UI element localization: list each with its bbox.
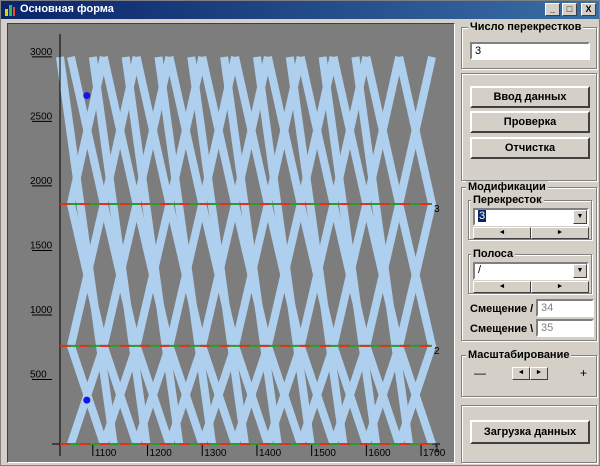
- offset-forward-input[interactable]: 34: [536, 299, 594, 317]
- y-tick-label-1500: 1500: [30, 240, 53, 251]
- chevron-down-icon[interactable]: ▼: [573, 264, 587, 278]
- vehicle-point-0: [83, 92, 91, 100]
- intersection-label-2: 2: [434, 346, 440, 357]
- intersection-select-value: 3: [478, 210, 487, 222]
- scaling-group: Масштабирование — ◄ ► +: [461, 349, 597, 397]
- maximize-button[interactable]: □: [562, 3, 577, 16]
- y-tick-label-2500: 2500: [30, 111, 53, 122]
- input-data-button[interactable]: Ввод данных: [470, 86, 590, 108]
- window-title: Основная форма: [20, 3, 114, 15]
- load-data-button[interactable]: Загрузка данных: [470, 420, 590, 444]
- intersection-select[interactable]: 3 ▼: [473, 208, 589, 226]
- y-tick-label-3000: 3000: [30, 47, 53, 58]
- actions-group: Ввод данных Проверка Отчистка: [461, 73, 597, 181]
- offset-back-label: Смещение \: [470, 323, 534, 335]
- x-tick-label-1500: 1500: [314, 448, 337, 459]
- lane-subgroup: Полоса / ▼ ◄ ►: [468, 248, 592, 294]
- close-button[interactable]: X: [581, 3, 596, 16]
- scroll-left-button[interactable]: ◄: [512, 367, 530, 380]
- check-button[interactable]: Проверка: [470, 111, 590, 133]
- intersections-group: Число перекрестков 3: [461, 21, 597, 69]
- vehicle-point-1: [83, 396, 91, 404]
- app-icon: [5, 5, 15, 16]
- intersection-label-1: 1: [434, 444, 440, 455]
- zoom-in-icon[interactable]: +: [580, 366, 587, 380]
- chevron-down-icon[interactable]: ▼: [573, 210, 587, 224]
- lane-label: Полоса: [471, 248, 516, 260]
- intersection-next-button[interactable]: ►: [531, 227, 589, 239]
- x-tick-label-1400: 1400: [259, 448, 282, 459]
- y-tick-label-500: 500: [30, 369, 47, 380]
- y-tick-label-2000: 2000: [30, 176, 53, 187]
- time-distance-chart[interactable]: 500 1000 1500 2000 2500 3000 1100 1200 1300 1400 1…: [7, 23, 455, 463]
- zoom-out-icon[interactable]: —: [474, 366, 486, 380]
- x-tick-label-1100: 1100: [95, 448, 117, 459]
- intersection-label: Перекресток: [471, 194, 544, 206]
- offset-back-input[interactable]: 35: [536, 319, 594, 337]
- lane-prev-button[interactable]: ◄: [473, 281, 531, 293]
- load-group: Загрузка данных: [461, 405, 597, 463]
- intersection-subgroup: Перекресток 3 ▼ ◄ ►: [468, 194, 592, 240]
- modifications-label: Модификации: [466, 181, 548, 193]
- minimize-button[interactable]: _: [545, 3, 560, 16]
- title-bar[interactable]: Основная форма _ □ X: [1, 1, 599, 19]
- clear-button[interactable]: Отчистка: [470, 137, 590, 159]
- offset-forward-label: Смещение /: [470, 303, 534, 315]
- lane-select-value: /: [478, 264, 482, 276]
- main-window: Основная форма _ □ X 500 1000 1500 2000 2500…: [0, 0, 600, 466]
- scaling-label: Масштабирование: [466, 349, 572, 361]
- scroll-right-button[interactable]: ►: [530, 367, 548, 380]
- intersection-label-3: 3: [434, 204, 440, 215]
- control-panel: Число перекрестков 3 Ввод данных Проверк…: [459, 21, 599, 465]
- y-tick-label-1000: 1000: [30, 305, 53, 316]
- intersections-label: Число перекрестков: [468, 21, 584, 33]
- modifications-group: Модификации Перекресток 3 ▼ ◄ ► Полоса /…: [461, 181, 597, 341]
- x-tick-label-1300: 1300: [204, 448, 227, 459]
- intersections-count-input[interactable]: 3: [470, 42, 590, 60]
- lane-select[interactable]: / ▼: [473, 262, 589, 280]
- lane-next-button[interactable]: ►: [531, 281, 589, 293]
- x-tick-label-1600: 1600: [368, 448, 391, 459]
- intersection-prev-button[interactable]: ◄: [473, 227, 531, 239]
- x-tick-label-1200: 1200: [150, 448, 173, 459]
- chart-canvas[interactable]: 500 1000 1500 2000 2500 3000 1100 1200 1300 1400 1…: [8, 24, 454, 462]
